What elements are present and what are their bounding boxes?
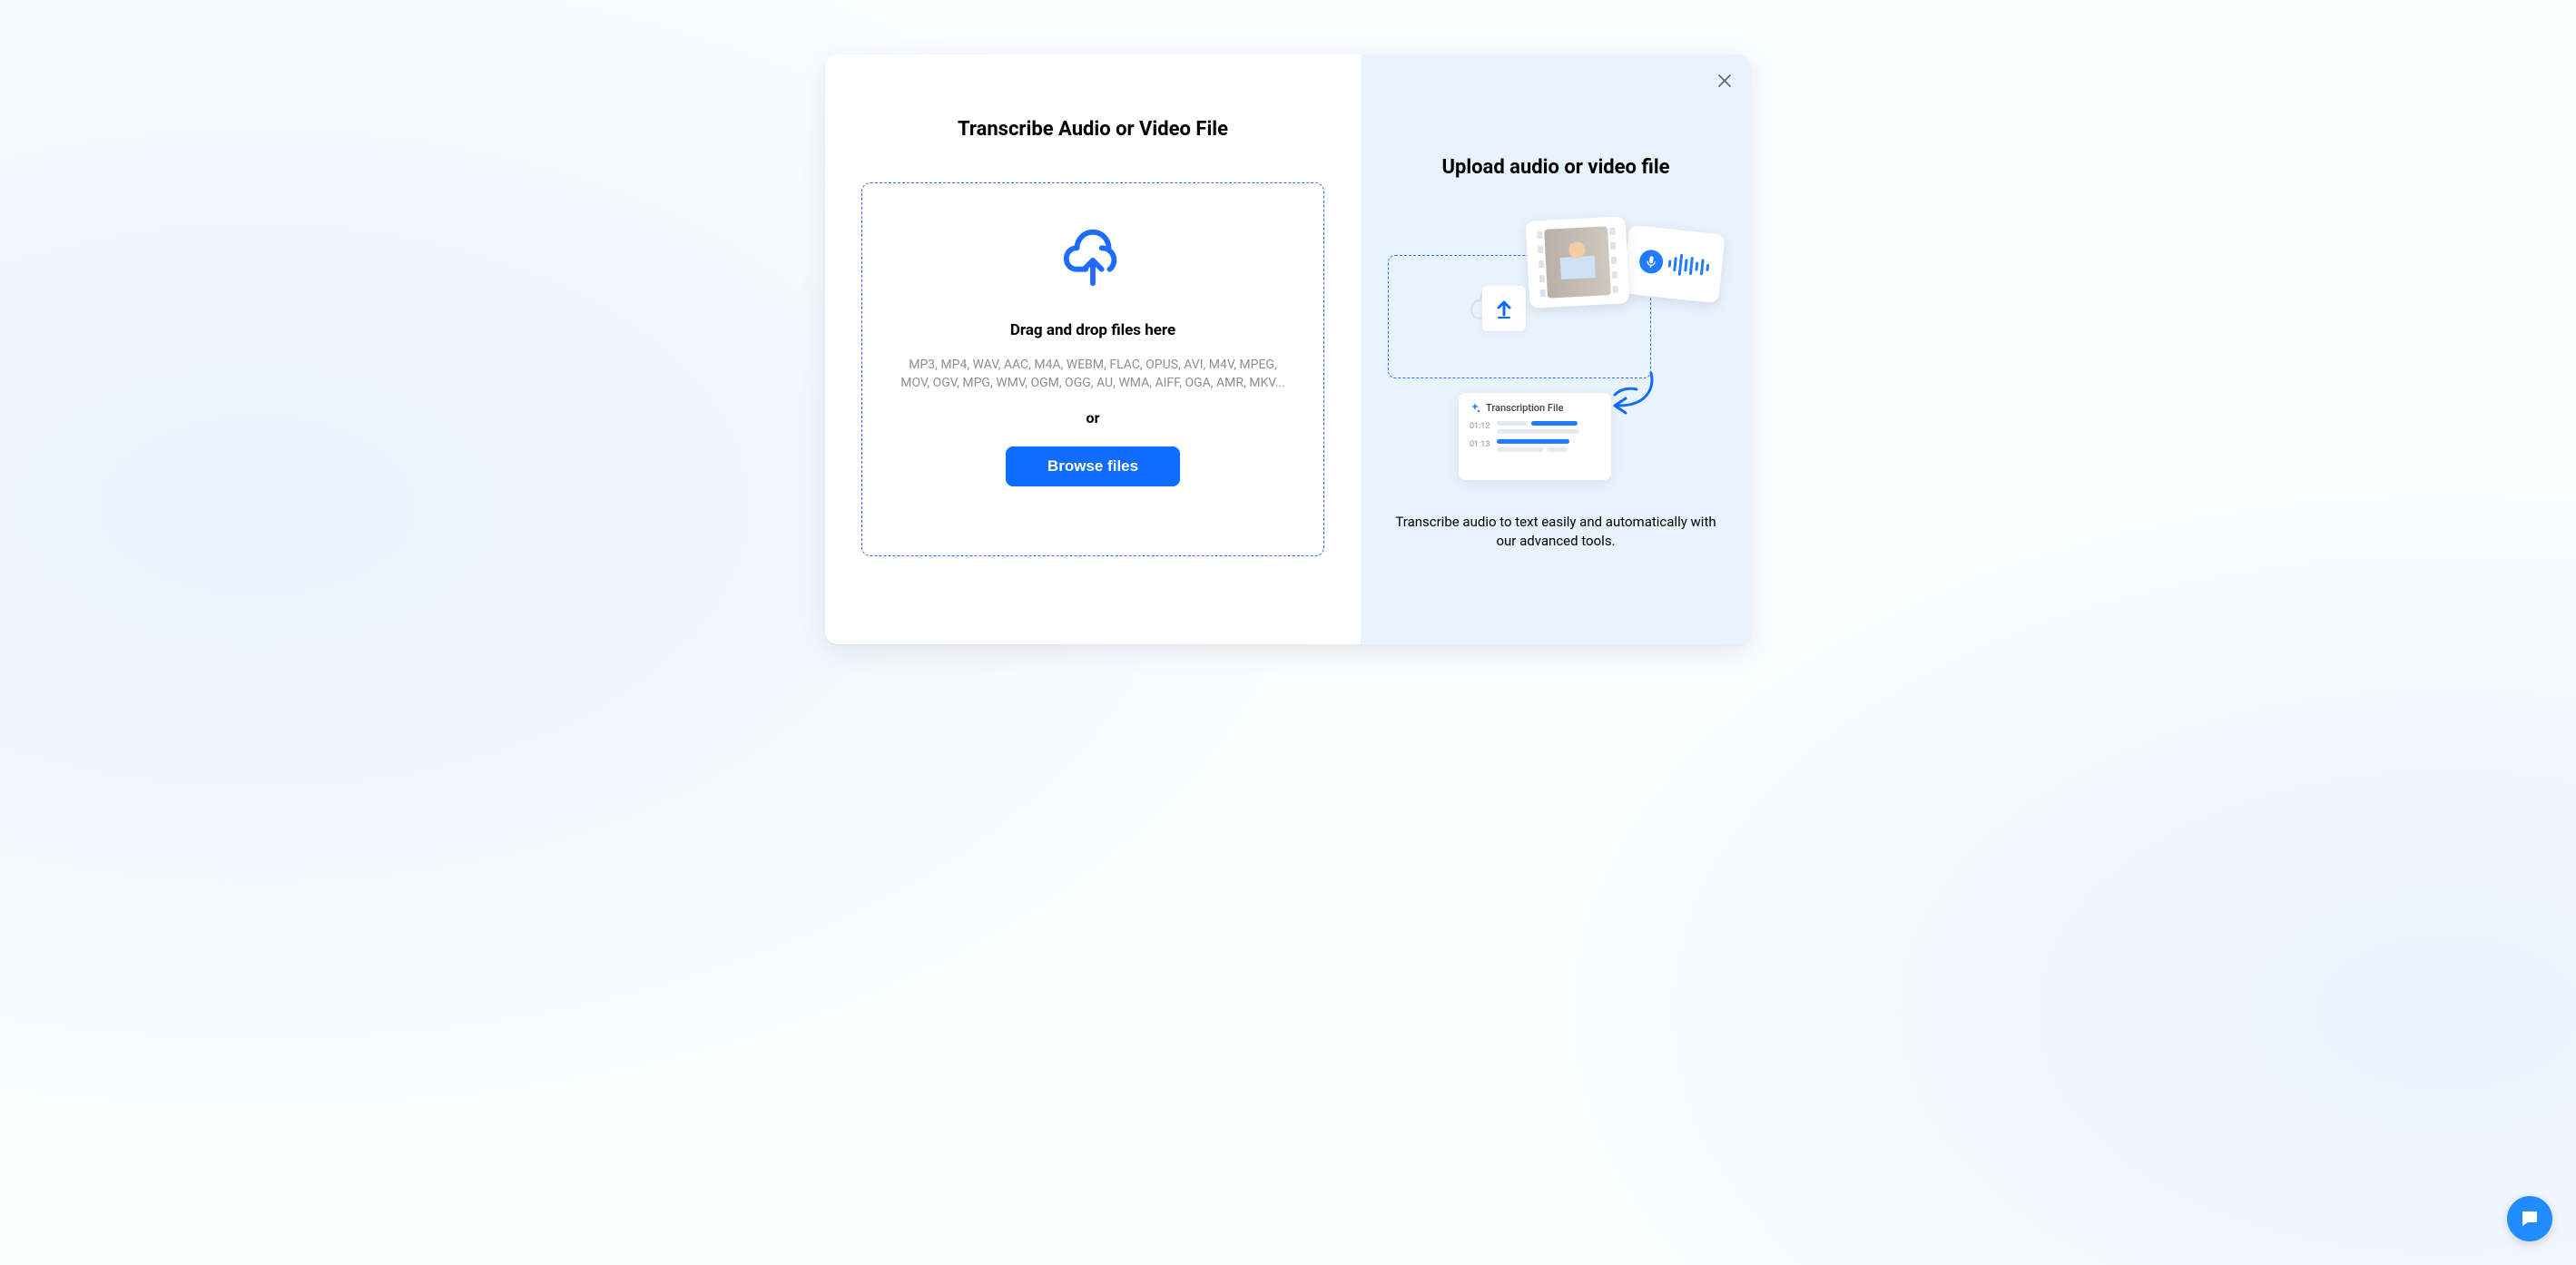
waveform-icon <box>1667 252 1709 279</box>
upload-illustration: Transcription File 01:12 01:13 <box>1388 215 1724 487</box>
cloud-upload-icon <box>1057 227 1128 290</box>
drop-title: Drag and drop files here <box>1010 321 1175 339</box>
upload-modal: Transcribe Audio or Video File Drag and … <box>825 54 1751 644</box>
chat-icon <box>2519 1208 2541 1230</box>
close-button[interactable] <box>1715 71 1735 91</box>
illus-video-card <box>1526 216 1630 309</box>
browse-files-button[interactable]: Browse files <box>1006 446 1180 486</box>
microphone-icon <box>1637 249 1664 275</box>
right-panel-title: Upload audio or video file <box>1441 156 1669 179</box>
flow-arrow-icon <box>1609 369 1660 424</box>
supported-formats: MP3, MP4, WAV, AAC, M4A, WEBM, FLAC, OPU… <box>899 356 1287 393</box>
or-separator: or <box>1086 409 1100 427</box>
upload-arrow-icon <box>1496 299 1512 319</box>
right-panel-description: Transcribe audio to text easily and auto… <box>1392 513 1719 551</box>
left-panel-title: Transcribe Audio or Video File <box>958 118 1228 141</box>
illus-upload-target <box>1475 286 1533 353</box>
upload-left-panel: Transcribe Audio or Video File Drag and … <box>825 54 1361 644</box>
transcript-timestamp: 01:13 <box>1470 439 1491 449</box>
upload-right-panel: Upload audio or video file <box>1361 54 1751 644</box>
transcript-title: Transcription File <box>1486 402 1563 414</box>
illus-video-thumb <box>1544 226 1611 299</box>
illus-transcript-card: Transcription File 01:12 01:13 <box>1459 393 1611 480</box>
chat-fab-button[interactable] <box>2507 1196 2552 1241</box>
transcript-timestamp: 01:12 <box>1470 421 1491 431</box>
illus-audio-card <box>1622 225 1725 304</box>
sparkle-icon <box>1470 403 1480 414</box>
close-icon <box>1717 74 1732 88</box>
file-dropzone[interactable]: Drag and drop files here MP3, MP4, WAV, … <box>861 182 1324 556</box>
